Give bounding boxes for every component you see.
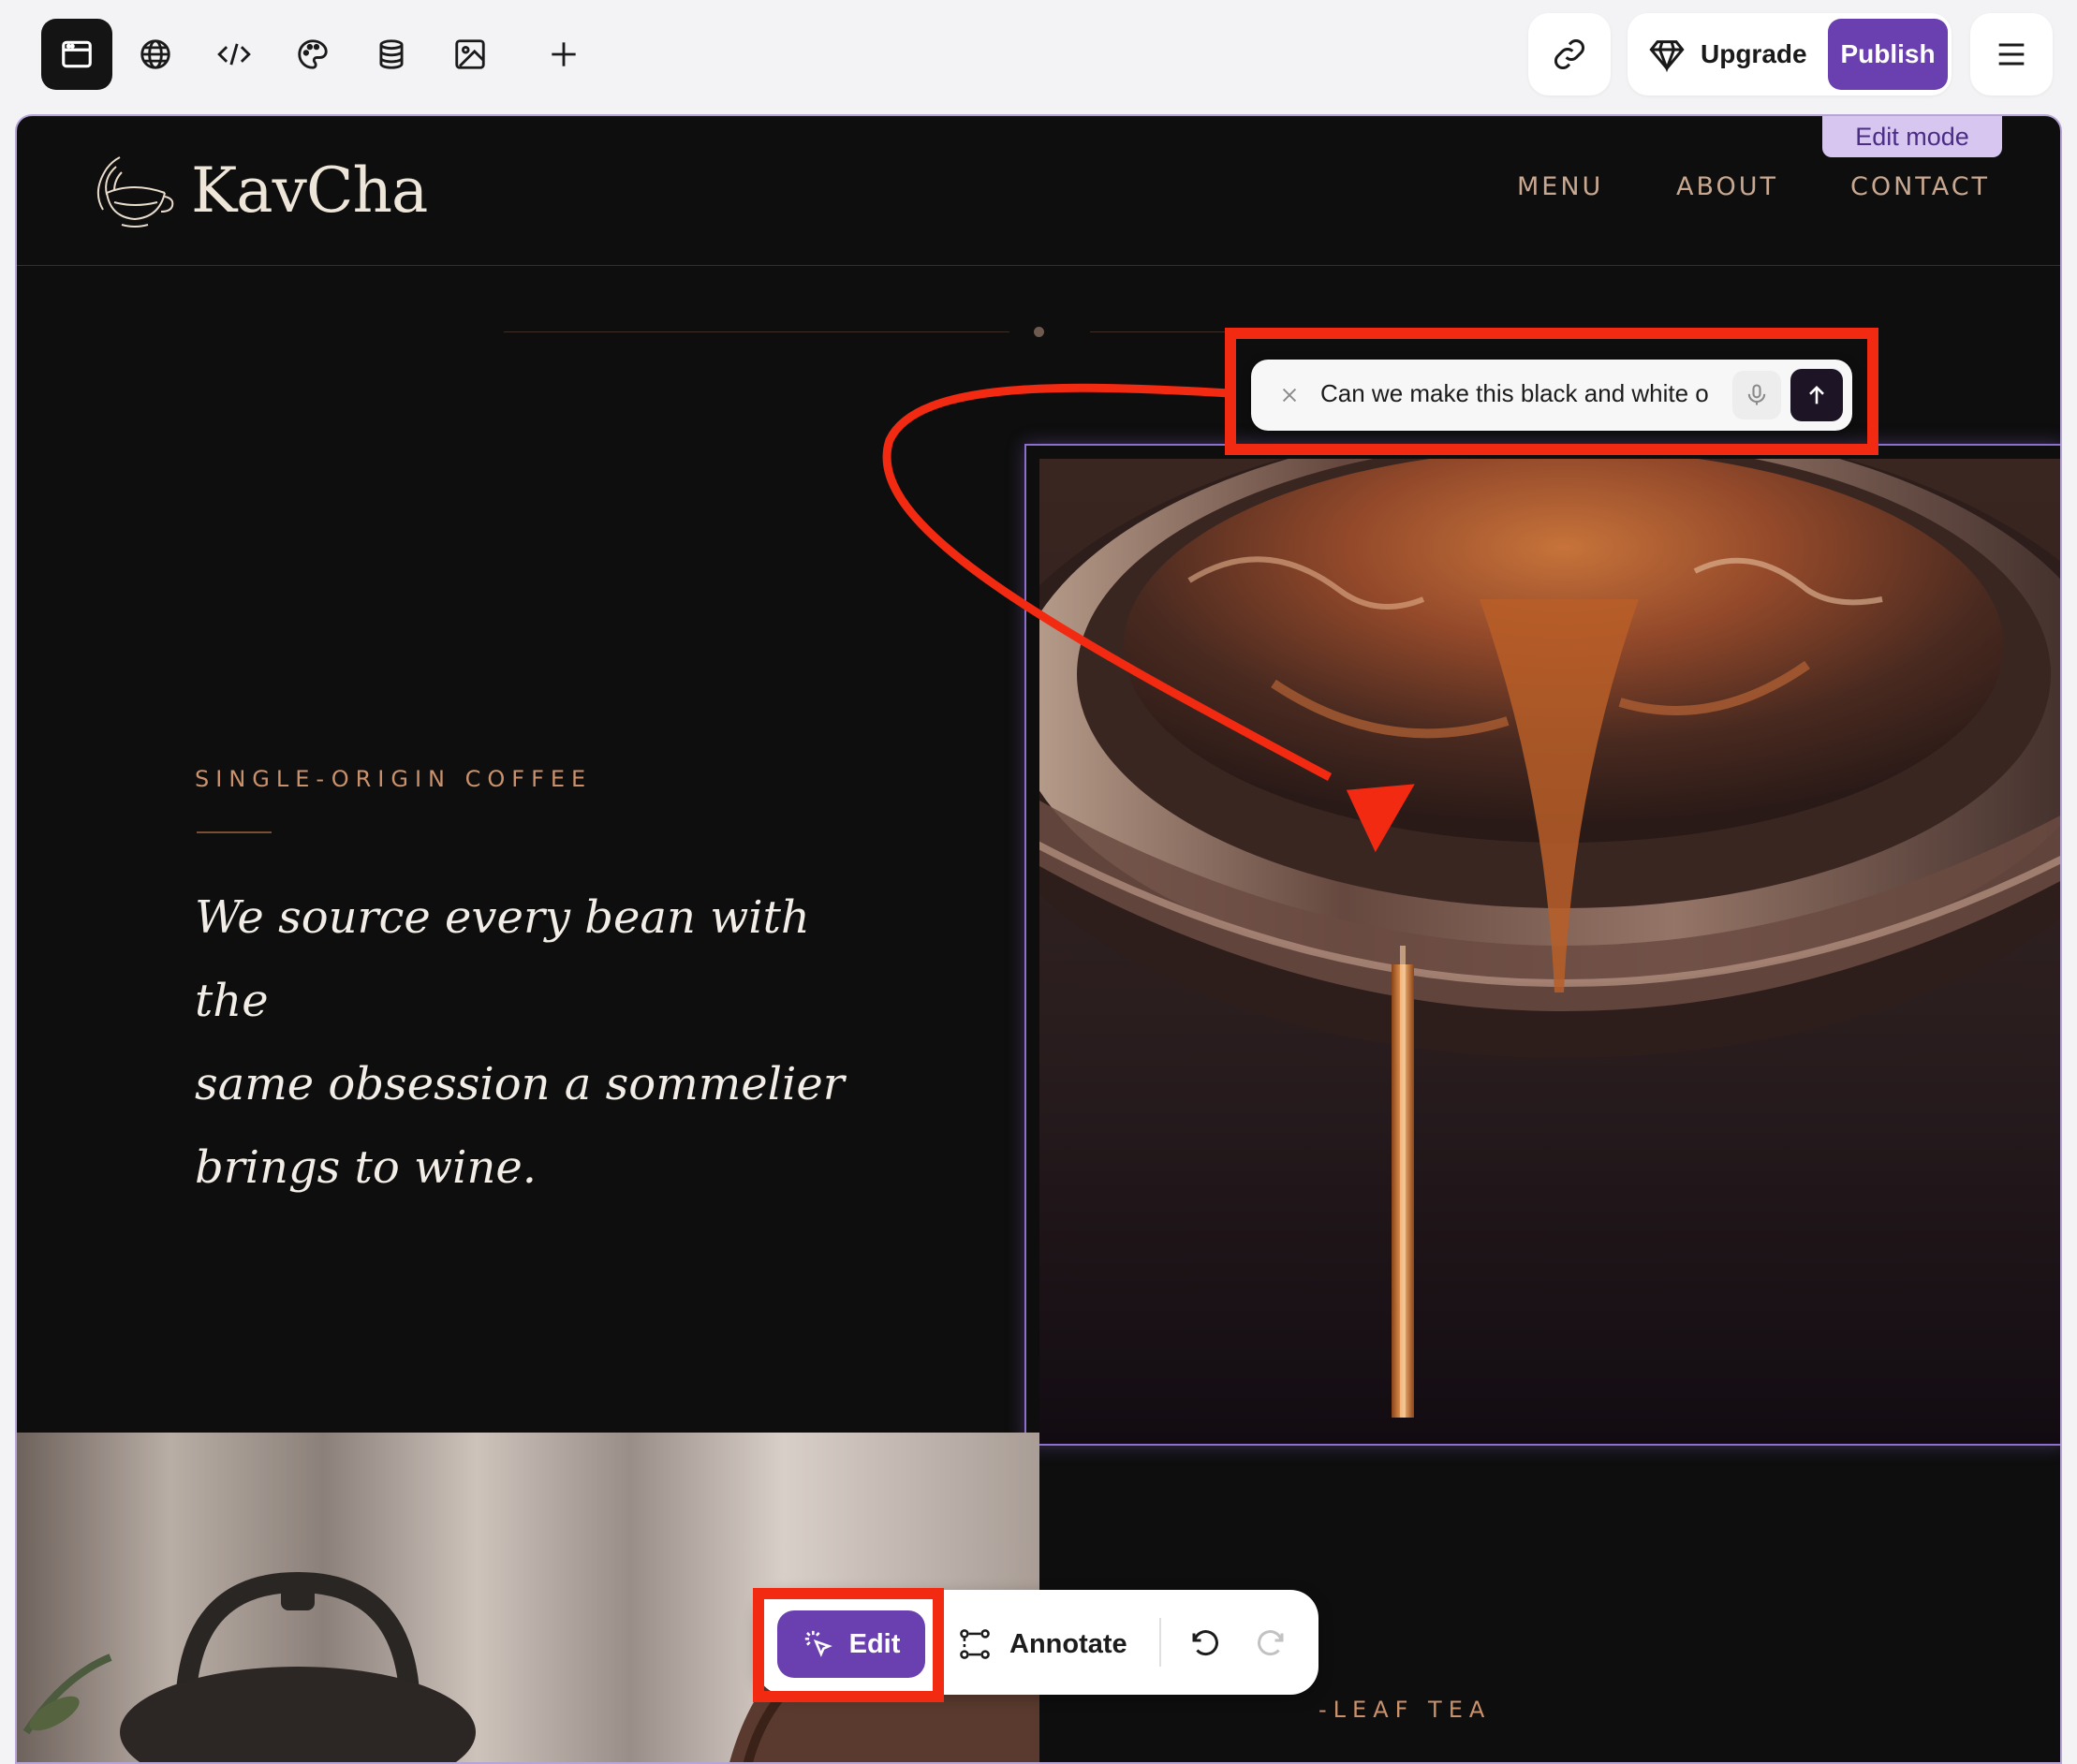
main-menu-button[interactable] xyxy=(1970,13,2053,96)
brand-name: KavCha xyxy=(191,154,428,227)
espresso-illustration xyxy=(1039,459,2060,1444)
redo-icon xyxy=(1258,1630,1284,1656)
quote-line: We source every bean with the xyxy=(195,891,810,1027)
link-icon xyxy=(1554,38,1585,70)
plus-icon xyxy=(552,42,576,66)
upgrade-button[interactable]: Upgrade xyxy=(1648,26,1807,82)
annotate-nodes-icon xyxy=(960,1629,990,1659)
diamond-icon xyxy=(1649,40,1685,73)
site-logo[interactable]: KavCha xyxy=(86,148,428,232)
publish-button[interactable]: Publish xyxy=(1828,19,1948,90)
annotate-button[interactable]: Annotate xyxy=(957,1610,1127,1678)
toolbar-separator xyxy=(1159,1618,1161,1667)
tea-cup-logo-icon xyxy=(96,156,174,228)
annotate-label: Annotate xyxy=(1009,1628,1127,1659)
upgrade-label: Upgrade xyxy=(1701,39,1807,68)
edit-mode-badge: Edit mode xyxy=(1822,116,2002,157)
floating-edit-toolbar: Edit Annotate xyxy=(757,1590,1318,1695)
palette-icon xyxy=(298,39,328,69)
section-divider-left xyxy=(504,331,1009,332)
code-icon xyxy=(217,43,251,66)
hamburger-menu-icon xyxy=(1998,43,2025,66)
preview-tool-button[interactable] xyxy=(41,19,112,90)
database-icon xyxy=(379,39,404,69)
section-divider-right xyxy=(1090,331,1633,332)
microphone-icon xyxy=(1747,384,1766,405)
undo-icon xyxy=(1192,1630,1218,1656)
globe-icon xyxy=(140,39,170,69)
database-tool-button[interactable] xyxy=(356,19,427,90)
prompt-input[interactable]: Can we make this black and white o xyxy=(1320,379,1729,413)
theme-tool-button[interactable] xyxy=(277,19,348,90)
globe-tool-button[interactable] xyxy=(120,19,191,90)
ai-prompt-bar: Can we make this black and white o xyxy=(1251,360,1852,431)
code-tool-button[interactable] xyxy=(199,19,270,90)
image-icon xyxy=(455,39,485,69)
nav-about-link[interactable]: ABOUT xyxy=(1676,172,1778,201)
add-tool-button[interactable] xyxy=(528,19,599,90)
site-header: KavCha MENU ABOUT CONTACT xyxy=(17,116,2060,266)
redo-button[interactable] xyxy=(1247,1620,1294,1667)
nav-contact-link[interactable]: CONTACT xyxy=(1850,172,1990,201)
tea-section-eyebrow: -LEAF TEA xyxy=(1318,1697,1492,1723)
espresso-pour-image[interactable] xyxy=(1039,459,2060,1444)
share-link-button[interactable] xyxy=(1528,13,1611,96)
close-prompt-button[interactable] xyxy=(1274,378,1305,412)
section-eyebrow: SINGLE-ORIGIN COFFEE xyxy=(195,766,593,792)
media-tool-button[interactable] xyxy=(435,19,506,90)
edit-label: Edit xyxy=(848,1628,901,1659)
undo-button[interactable] xyxy=(1182,1620,1229,1667)
edit-mode-button[interactable]: Edit xyxy=(777,1610,925,1678)
eyebrow-rule xyxy=(197,831,272,833)
quote-line: brings to wine. xyxy=(195,1141,538,1194)
app-toolbar: Upgrade Publish xyxy=(0,0,2077,110)
arrow-up-icon xyxy=(1809,386,1824,404)
section-quote: We source every bean with the same obses… xyxy=(195,876,850,1210)
browser-window-icon xyxy=(62,40,92,68)
nav-menu-link[interactable]: MENU xyxy=(1517,172,1603,201)
close-icon xyxy=(1282,388,1297,403)
send-prompt-button[interactable] xyxy=(1790,369,1843,421)
section-divider-dot xyxy=(1034,327,1044,337)
quote-line: same obsession a sommelier xyxy=(195,1058,845,1110)
cursor-sparkle-icon xyxy=(804,1630,832,1657)
voice-input-button[interactable] xyxy=(1732,371,1781,419)
